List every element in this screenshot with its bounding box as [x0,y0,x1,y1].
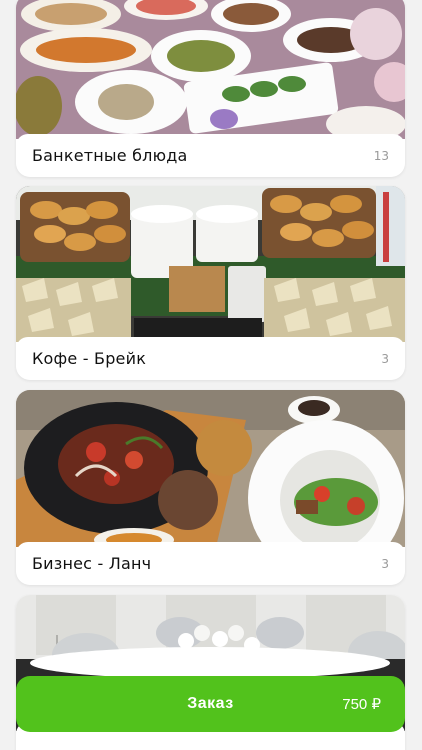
category-title: Бизнес - Ланч [32,554,152,573]
business-lunch-photo [16,390,405,547]
category-title: Банкетные блюда [32,146,188,165]
category-title: Кофе - Брейк [32,349,147,368]
category-count: 3 [381,556,389,571]
category-count: 3 [381,351,389,366]
category-card-footer: Кофе - Брейк 3 [16,337,405,380]
category-card-banquet[interactable]: Банкетные блюда 13 [16,0,405,177]
category-card-coffee-break[interactable]: Кофе - Брейк 3 [16,186,405,380]
category-card-footer: Банкетные блюда 13 [16,134,405,177]
banquet-dishes-photo [16,0,405,139]
category-card-footer: Бизнес - Ланч 3 [16,542,405,585]
order-button[interactable]: Заказ 750 ₽ [16,676,405,732]
order-total-price: 750 ₽ [342,696,381,713]
category-card-business-lunch[interactable]: Бизнес - Ланч 3 [16,390,405,585]
category-count: 13 [373,148,389,163]
order-button-label: Заказ [187,695,234,712]
coffee-break-photo [16,186,405,342]
